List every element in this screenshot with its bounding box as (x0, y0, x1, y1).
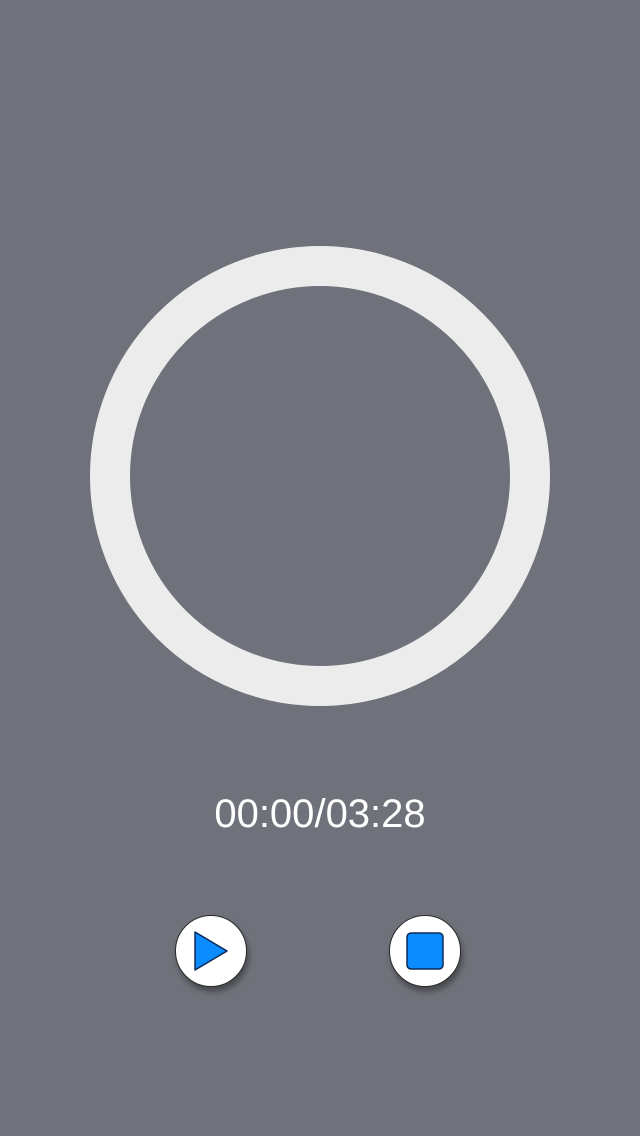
time-separator: / (314, 792, 326, 836)
total-duration: 03:28 (325, 792, 426, 836)
time-readout: 00:00/03:28 (0, 790, 640, 838)
elapsed-time: 00:00 (214, 792, 315, 836)
player-screen: 00:00/03:28 (0, 0, 640, 1136)
progress-ring (90, 246, 550, 706)
play-button[interactable] (175, 915, 247, 987)
play-icon (191, 929, 231, 973)
stop-button[interactable] (389, 915, 461, 987)
stop-icon (405, 931, 445, 971)
